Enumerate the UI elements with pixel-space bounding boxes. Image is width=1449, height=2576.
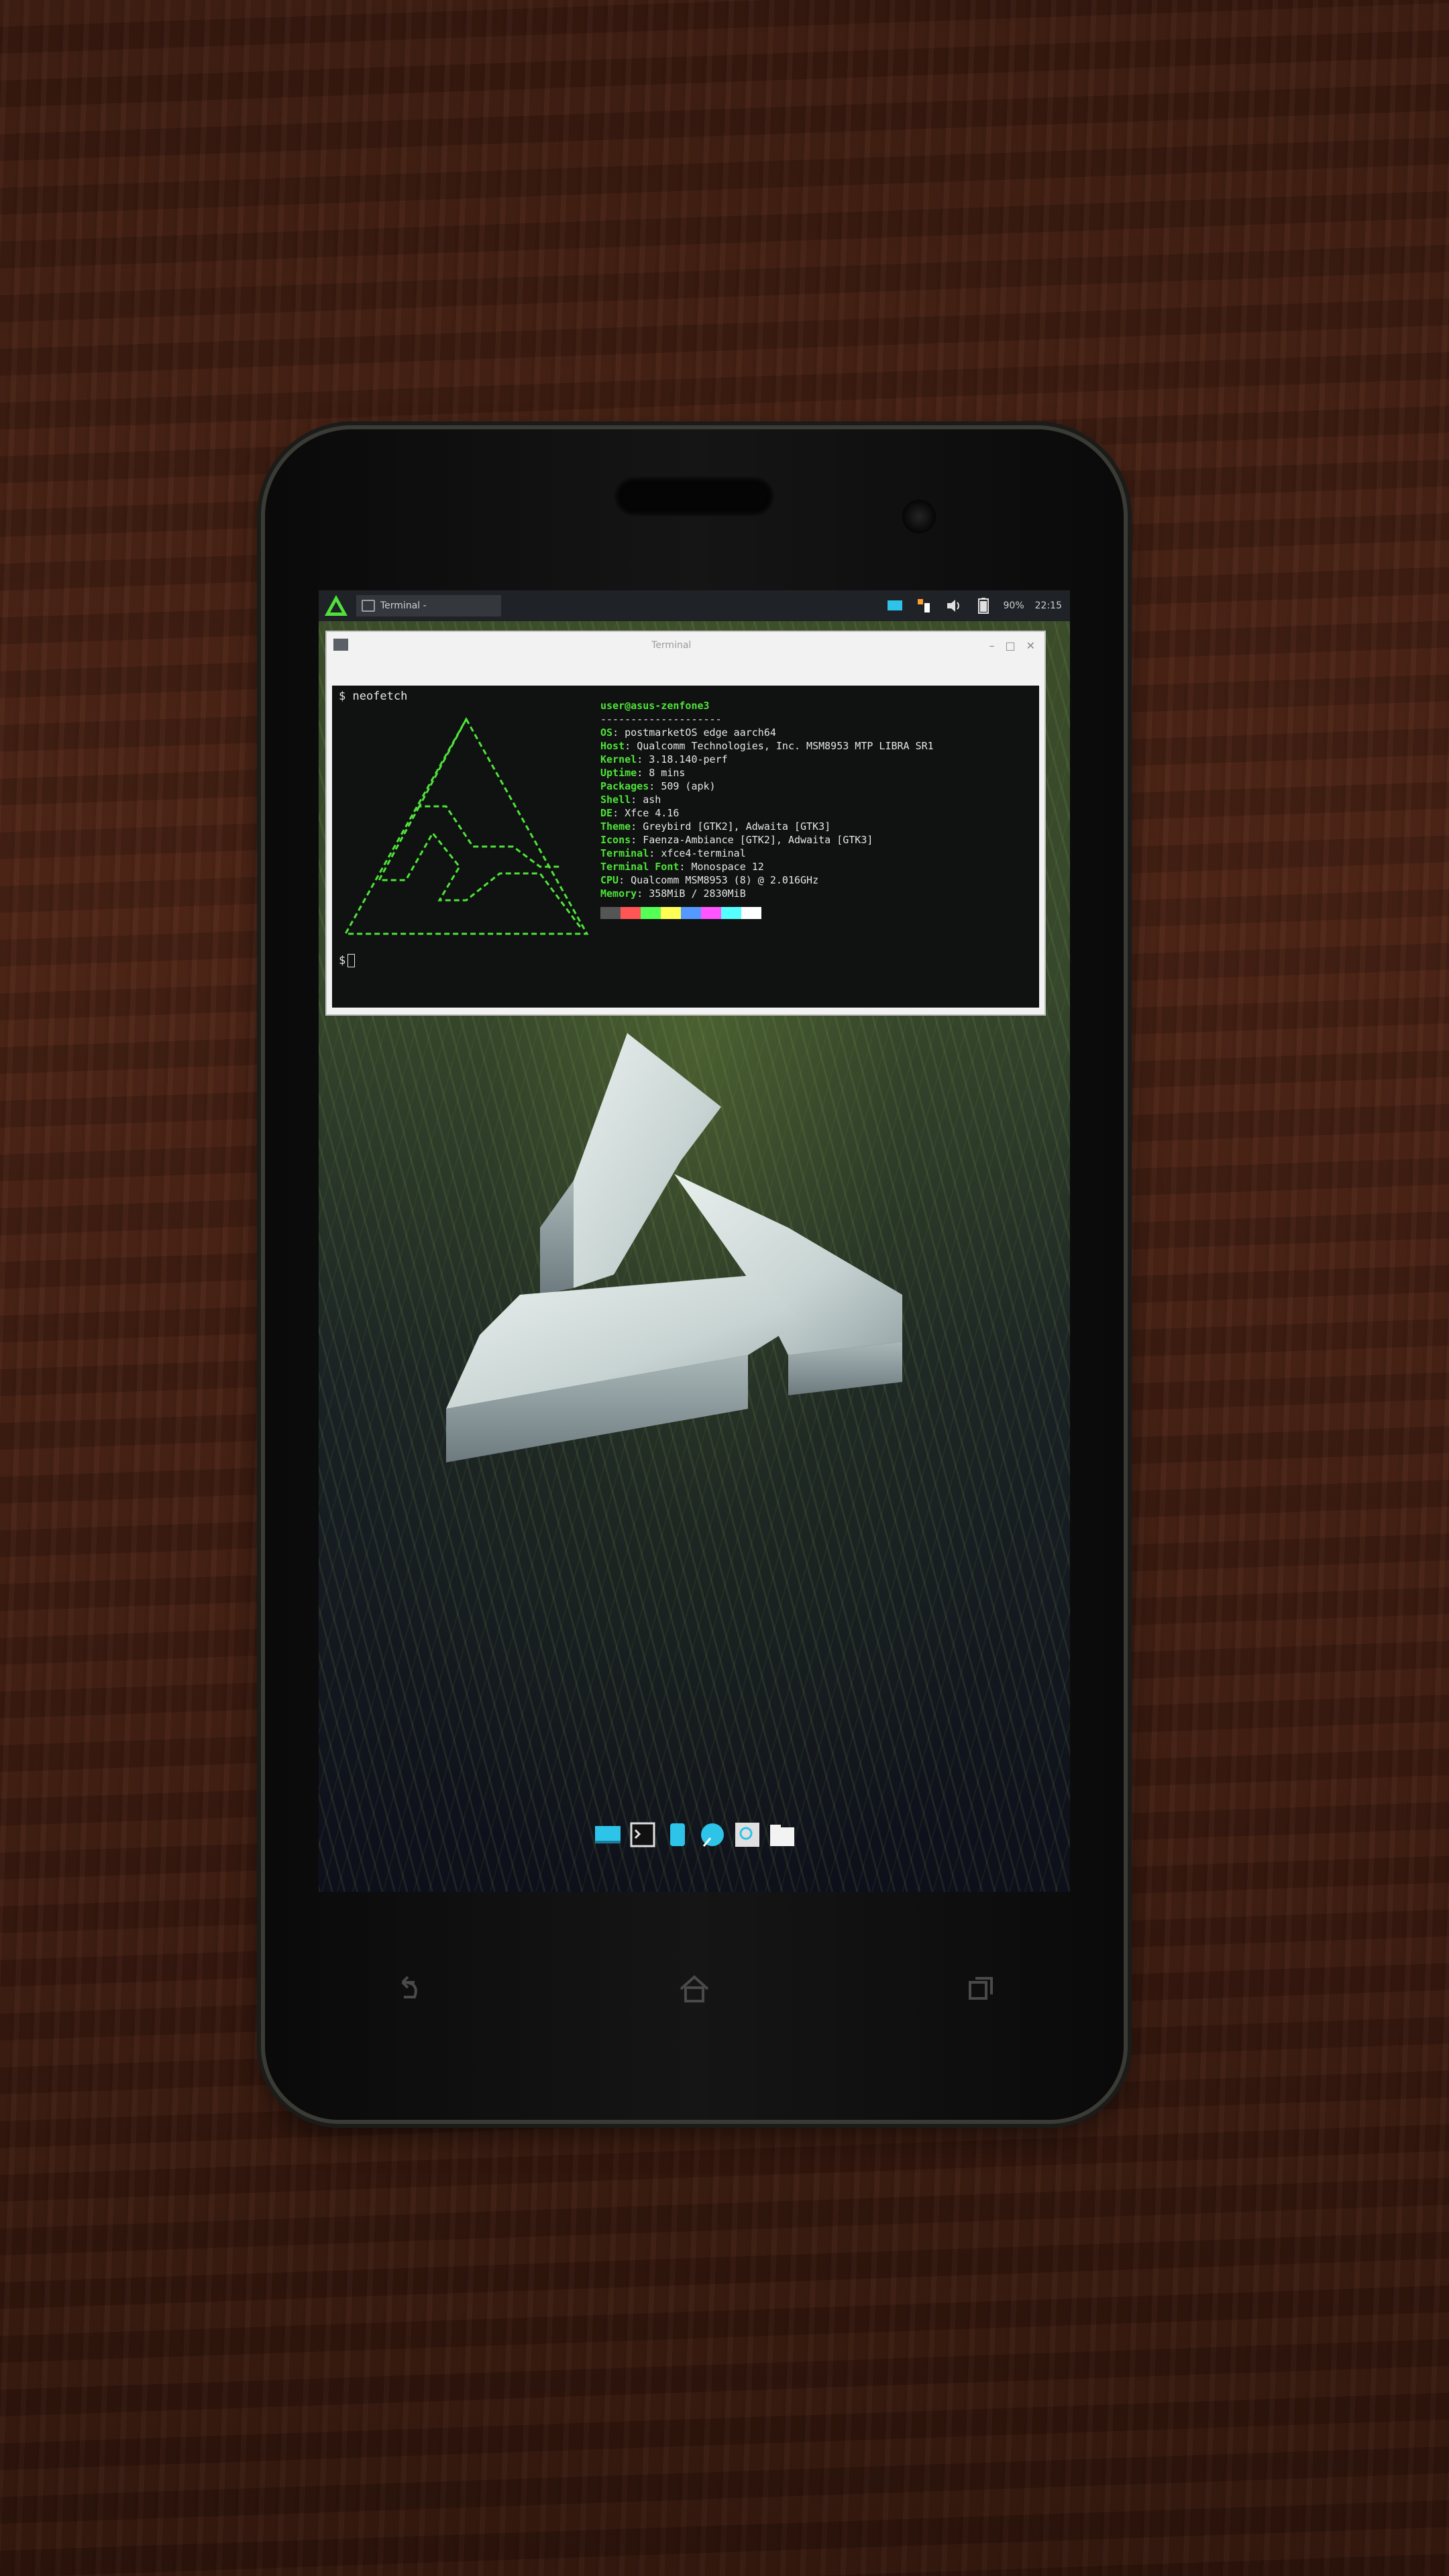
color-swatch <box>741 907 761 919</box>
files-icon[interactable] <box>663 1821 692 1849</box>
terminal-window[interactable]: Terminal – □ ✕ $ neofetch user@asus-zenf… <box>325 631 1046 1016</box>
close-icon[interactable]: ✕ <box>1026 639 1035 652</box>
home-icon[interactable] <box>674 1969 714 2009</box>
info-key: Packages <box>600 780 649 792</box>
info-key: Terminal Font <box>600 861 680 873</box>
system-info: user@asus-zenfone3 -------------------- … <box>600 699 934 919</box>
postmarketos-logo-icon[interactable] <box>323 592 350 619</box>
back-icon[interactable] <box>388 1969 428 2009</box>
maximize-icon[interactable]: □ <box>1005 639 1015 652</box>
terminal-icon <box>362 600 375 612</box>
info-value: 509 (apk) <box>661 780 716 792</box>
command-line: $ neofetch <box>339 690 408 703</box>
desktop-icon[interactable] <box>594 1821 622 1849</box>
taskbar-terminal-label: Terminal - <box>380 600 427 611</box>
info-key: Icons <box>600 834 631 846</box>
recents-icon[interactable] <box>961 1969 1001 2009</box>
search-icon[interactable] <box>733 1821 761 1849</box>
color-swatch <box>600 907 621 919</box>
info-key: CPU <box>600 874 619 886</box>
postmarketos-ascii-logo <box>343 716 589 935</box>
info-value: Greybird [GTK2], Adwaita [GTK3] <box>643 820 831 833</box>
minimize-icon[interactable]: – <box>989 639 994 652</box>
color-swatch <box>681 907 701 919</box>
color-swatch <box>641 907 661 919</box>
taskbar-terminal-button[interactable]: Terminal - <box>356 595 501 616</box>
info-value: Faenza-Ambiance [GTK2], Adwaita [GTK3] <box>643 834 873 846</box>
separator-rule: -------------------- <box>600 713 722 725</box>
system-tray: 90% 22:15 <box>885 596 1070 615</box>
browser-icon[interactable] <box>698 1821 727 1849</box>
battery-percentage: 90% <box>1003 600 1024 611</box>
cursor <box>347 954 356 967</box>
volume-icon[interactable] <box>945 596 963 615</box>
terminal-output[interactable]: $ neofetch user@asus-zenfone3 ----------… <box>332 686 1039 1008</box>
info-key: Shell <box>600 794 631 806</box>
color-swatch <box>701 907 721 919</box>
info-key: OS <box>600 727 613 739</box>
color-swatch <box>621 907 641 919</box>
info-value: 3.18.140-perf <box>649 753 728 765</box>
top-panel: Terminal - 90% 22:15 <box>319 590 1070 621</box>
info-key: Uptime <box>600 767 637 779</box>
info-value: postmarketOS edge aarch64 <box>625 727 776 739</box>
info-value: Qualcomm MSM8953 (8) @ 2.016GHz <box>631 874 819 886</box>
window-titlebar[interactable]: Terminal – □ ✕ <box>327 632 1044 659</box>
info-value: Xfce 4.16 <box>625 807 680 819</box>
wallpaper-triangle-sculpture <box>446 1033 902 1462</box>
battery-icon[interactable] <box>974 596 993 615</box>
info-value: ash <box>643 794 661 806</box>
color-swatch <box>661 907 681 919</box>
info-value: 8 mins <box>649 767 686 779</box>
earpiece-speaker <box>614 476 775 517</box>
terminal-icon[interactable] <box>629 1821 657 1849</box>
info-key: Terminal <box>600 847 649 859</box>
info-value: Qualcomm Technologies, Inc. MSM8953 MTP … <box>637 740 934 752</box>
dock <box>594 1818 796 1851</box>
network-icon[interactable] <box>915 596 934 615</box>
info-key: Theme <box>600 820 631 833</box>
color-swatch <box>721 907 741 919</box>
info-key: Host <box>600 740 625 752</box>
navigation-bar <box>265 1952 1124 2026</box>
phone-screen: Terminal - 90% 22:15 Terminal – □ ✕ $ ne… <box>319 590 1070 1892</box>
prompt-symbol: $ <box>339 954 346 967</box>
phone: Terminal - 90% 22:15 Terminal – □ ✕ $ ne… <box>265 429 1124 2120</box>
folder-icon[interactable] <box>768 1821 796 1849</box>
display-icon[interactable] <box>885 596 904 615</box>
user-host: user@asus-zenfone3 <box>600 700 710 712</box>
next-prompt: $ <box>339 954 356 967</box>
info-value: xfce4-terminal <box>661 847 746 859</box>
info-value: Monospace 12 <box>691 861 764 873</box>
terminal-icon <box>333 639 348 651</box>
info-value: 358MiB / 2830MiB <box>649 888 746 900</box>
info-key: Kernel <box>600 753 637 765</box>
front-camera <box>902 500 936 533</box>
color-palette <box>600 907 934 919</box>
clock[interactable]: 22:15 <box>1035 600 1062 611</box>
window-title: Terminal <box>651 640 692 651</box>
info-key: Memory <box>600 888 637 900</box>
info-key: DE <box>600 807 613 819</box>
